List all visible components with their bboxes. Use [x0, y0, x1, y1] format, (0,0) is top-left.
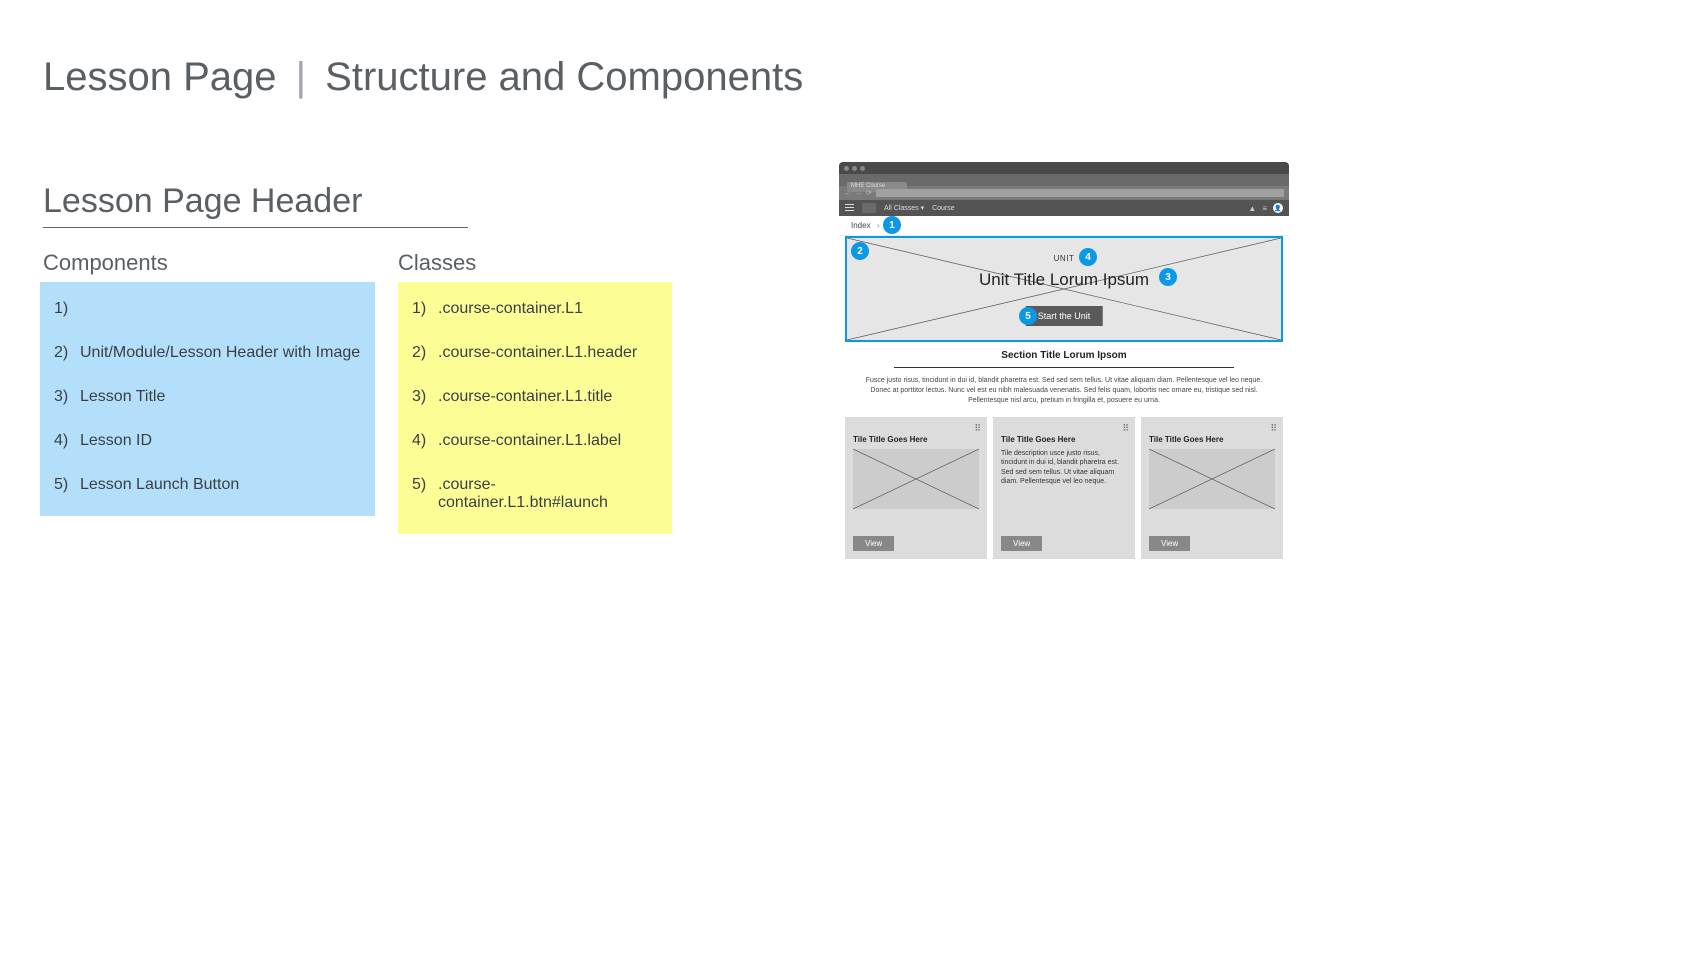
- traffic-light-icon: [852, 166, 857, 171]
- breadcrumb-item: Index: [851, 221, 871, 230]
- title-part1: Lesson Page: [43, 55, 277, 99]
- placeholder-x-icon: [853, 449, 979, 509]
- callout-badge: 1: [883, 216, 901, 234]
- list-text: Lesson Launch Button: [80, 476, 361, 494]
- column-title-components: Components: [43, 250, 168, 276]
- title-divider: |: [296, 55, 306, 99]
- tile-description: Tile description usce justo risus, tinci…: [1001, 449, 1127, 485]
- refresh-icon: ⟳: [866, 189, 872, 197]
- view-button[interactable]: View: [1149, 536, 1190, 551]
- list-text: Lesson ID: [80, 432, 361, 450]
- list-num: 5): [54, 476, 80, 494]
- list-text: Unit/Module/Lesson Header with Image: [80, 344, 361, 362]
- list-item: 1).course-container.L1: [412, 300, 658, 318]
- list-text: Lesson Title: [80, 388, 361, 406]
- callout-badge: 3: [1159, 268, 1177, 286]
- list-num: 3): [412, 388, 438, 406]
- column-title-classes: Classes: [398, 250, 476, 276]
- browser-nav-row: ← → ⟳: [839, 186, 1289, 200]
- hamburger-icon: [845, 204, 854, 212]
- forward-icon: →: [855, 190, 862, 197]
- app-nav-bar: All Classes ▾ Course ▲ ≡ 👤: [839, 200, 1289, 216]
- avatar-icon: 👤: [1273, 203, 1283, 213]
- app-logo-icon: [862, 203, 876, 213]
- list-num: 4): [54, 432, 80, 450]
- tile-menu-icon: ⠿: [1270, 423, 1277, 434]
- placeholder-x-icon: [1149, 449, 1275, 509]
- tile: ⠿ Tile Title Goes Here View: [1141, 417, 1283, 559]
- list-item: 2).course-container.L1.header: [412, 344, 658, 362]
- list-text: .course-container.L1.label: [438, 432, 658, 450]
- app-bar-right: ▲ ≡ 👤: [1248, 203, 1283, 213]
- browser-tab-row: MHE Course: [839, 174, 1289, 186]
- tile-title: Tile Title Goes Here: [853, 435, 979, 444]
- list-item: 5).course-container.L1.btn#launch: [412, 476, 658, 512]
- list-text: .course-container.L1.header: [438, 344, 658, 362]
- tile: ⠿ Tile Title Goes Here Tile description …: [993, 417, 1135, 559]
- hero-unit-label: UNIT: [847, 254, 1281, 263]
- list-text: .course-container.L1: [438, 300, 658, 318]
- back-icon: ←: [844, 190, 851, 197]
- nav-link-all-classes: All Classes ▾: [884, 204, 924, 212]
- list-item: 3)Lesson Title: [54, 388, 361, 406]
- list-item: 3).course-container.L1.title: [412, 388, 658, 406]
- tile-image-placeholder: [853, 449, 979, 509]
- list-item: 2)Unit/Module/Lesson Header with Image: [54, 344, 361, 362]
- list-num: 3): [54, 388, 80, 406]
- nav-link-course: Course: [932, 205, 955, 212]
- section-block: Section Title Lorum Ipsom Fusce justo ri…: [839, 350, 1289, 417]
- page-title: Lesson Page | Structure and Components: [43, 55, 803, 100]
- list-text: .course-container.L1.btn#launch: [438, 476, 658, 512]
- classes-list: 1).course-container.L1 2).course-contain…: [398, 282, 672, 534]
- list-item: 4)Lesson ID: [54, 432, 361, 450]
- traffic-light-icon: [844, 166, 849, 171]
- bell-icon: ▲: [1248, 204, 1256, 213]
- breadcrumb: Index › L1 1: [839, 216, 1289, 236]
- tile-menu-icon: ⠿: [974, 423, 981, 434]
- breadcrumb-separator: ›: [877, 221, 880, 230]
- tile-title: Tile Title Goes Here: [1149, 435, 1275, 444]
- section-title: Section Title Lorum Ipsom: [863, 350, 1265, 361]
- bars-icon: ≡: [1262, 204, 1267, 213]
- tile: ⠿ Tile Title Goes Here View: [845, 417, 987, 559]
- list-num: 1): [54, 300, 80, 318]
- mockup-browser: MHE Course ← → ⟳ All Classes ▾ Course ▲ …: [839, 162, 1289, 563]
- list-num: 2): [54, 344, 80, 362]
- tile-menu-icon: ⠿: [1122, 423, 1129, 434]
- list-num: 5): [412, 476, 438, 512]
- list-num: 1): [412, 300, 438, 318]
- callout-badge: 5: [1019, 307, 1037, 325]
- section-body: Fusce justo risus, tincidunt in dui id, …: [863, 376, 1265, 405]
- title-part2: Structure and Components: [325, 55, 803, 99]
- hero-title: Unit Title Lorum Ipsum: [847, 270, 1281, 290]
- traffic-light-icon: [860, 166, 865, 171]
- start-unit-button[interactable]: Start the Unit: [1026, 306, 1103, 326]
- list-num: 2): [412, 344, 438, 362]
- tiles-row: ⠿ Tile Title Goes Here View ⠿ Tile Title…: [839, 417, 1289, 563]
- view-button[interactable]: View: [1001, 536, 1042, 551]
- hero-header: UNIT Unit Title Lorum Ipsum Start the Un…: [845, 236, 1283, 342]
- callout-badge: 4: [1079, 248, 1097, 266]
- list-text: .course-container.L1.title: [438, 388, 658, 406]
- url-bar: [876, 189, 1284, 197]
- list-item: 5)Lesson Launch Button: [54, 476, 361, 494]
- list-num: 4): [412, 432, 438, 450]
- components-list: 1) 2)Unit/Module/Lesson Header with Imag…: [40, 282, 375, 516]
- mac-title-bar: [839, 162, 1289, 174]
- list-item: 4).course-container.L1.label: [412, 432, 658, 450]
- view-button[interactable]: View: [853, 536, 894, 551]
- section-divider: [894, 367, 1234, 368]
- tile-title: Tile Title Goes Here: [1001, 435, 1127, 444]
- list-item: 1): [54, 300, 361, 318]
- list-text: [80, 300, 361, 318]
- section-title: Lesson Page Header: [43, 182, 468, 228]
- tile-image-placeholder: [1149, 449, 1275, 509]
- callout-badge: 2: [851, 242, 869, 260]
